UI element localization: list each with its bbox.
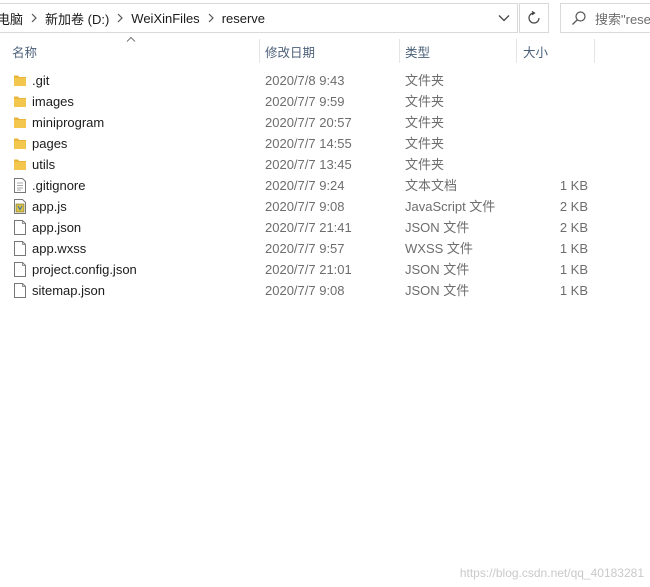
file-name: .git [32, 73, 50, 88]
file-name: app.js [32, 199, 67, 214]
file-type: 文件夹 [405, 94, 445, 109]
file-date: 2020/7/7 14:55 [265, 136, 352, 151]
search-placeholder: 搜索"rese [595, 11, 650, 27]
column-divider[interactable] [259, 39, 260, 63]
column-header-name[interactable]: 名称 [12, 37, 37, 65]
javascript-file-icon [13, 198, 27, 215]
file-date: 2020/7/7 9:57 [265, 241, 345, 256]
file-row[interactable]: app.wxss 2020/7/7 9:57 WXSS 文件 1 KB [0, 238, 650, 259]
file-name: app.wxss [32, 241, 87, 256]
file-date: 2020/7/8 9:43 [265, 73, 345, 88]
file-name: miniprogram [32, 115, 105, 130]
file-type: 文件夹 [405, 157, 445, 172]
file-type: JSON 文件 [405, 220, 470, 235]
file-row[interactable]: pages 2020/7/7 14:55 文件夹 [0, 133, 650, 154]
file-name: pages [32, 136, 68, 151]
text-file-icon [13, 177, 27, 194]
breadcrumb-weixinfiles[interactable]: WeiXinFiles [128, 11, 202, 26]
column-header-size[interactable]: 大小 [523, 37, 548, 65]
column-divider[interactable] [516, 39, 517, 63]
breadcrumb-drive[interactable]: 新加卷 (D:) [42, 9, 112, 28]
file-row[interactable]: images 2020/7/7 9:59 文件夹 [0, 91, 650, 112]
file-size: 1 KB [559, 262, 588, 277]
chevron-down-icon[interactable] [495, 9, 513, 27]
chevron-right-icon[interactable] [26, 10, 42, 26]
folder-icon [13, 72, 27, 89]
file-name: sitemap.json [32, 283, 105, 298]
file-name: .gitignore [32, 178, 86, 193]
file-row[interactable]: utils 2020/7/7 13:45 文件夹 [0, 154, 650, 175]
breadcrumb-this-pc[interactable]: 电脑 [0, 9, 26, 28]
file-size: 2 KB [559, 220, 588, 235]
file-type: 文件夹 [405, 73, 445, 88]
file-date: 2020/7/7 20:57 [265, 115, 352, 130]
watermark: https://blog.csdn.net/qq_40183281 [459, 566, 644, 580]
file-date: 2020/7/7 9:08 [265, 283, 345, 298]
file-type: JSON 文件 [405, 262, 470, 277]
folder-icon [13, 114, 27, 131]
file-size: 1 KB [559, 283, 588, 298]
file-row[interactable]: sitemap.json 2020/7/7 9:08 JSON 文件 1 KB [0, 280, 650, 301]
file-icon [13, 219, 27, 236]
chevron-right-icon[interactable] [203, 10, 219, 26]
file-date: 2020/7/7 9:08 [265, 199, 345, 214]
address-bar[interactable]: 电脑 新加卷 (D:) WeiXinFiles reserve [0, 3, 518, 33]
file-row[interactable]: app.json 2020/7/7 21:41 JSON 文件 2 KB [0, 217, 650, 238]
file-date: 2020/7/7 9:24 [265, 178, 345, 193]
file-size: 1 KB [559, 178, 588, 193]
file-row[interactable]: .git 2020/7/8 9:43 文件夹 [0, 70, 650, 91]
search-box[interactable]: 搜索"rese [560, 3, 650, 33]
file-name: project.config.json [32, 262, 137, 277]
file-type: 文件夹 [405, 136, 445, 151]
file-row[interactable]: miniprogram 2020/7/7 20:57 文件夹 [0, 112, 650, 133]
file-row[interactable]: .gitignore 2020/7/7 9:24 文本文档 1 KB [0, 175, 650, 196]
column-header-type[interactable]: 类型 [405, 37, 430, 65]
file-type: JavaScript 文件 [405, 199, 496, 214]
column-header-date[interactable]: 修改日期 [265, 37, 315, 65]
folder-icon [13, 93, 27, 110]
file-type: WXSS 文件 [405, 241, 473, 256]
breadcrumb-reserve[interactable]: reserve [219, 11, 268, 26]
file-date: 2020/7/7 13:45 [265, 157, 352, 172]
file-icon [13, 240, 27, 257]
refresh-button[interactable] [519, 3, 549, 33]
file-icon [13, 282, 27, 299]
file-name: utils [32, 157, 56, 172]
file-size: 2 KB [559, 199, 588, 214]
file-type: JSON 文件 [405, 283, 470, 298]
column-header-row: 名称 修改日期 类型 大小 [0, 36, 650, 65]
column-divider[interactable] [399, 39, 400, 63]
folder-icon [13, 156, 27, 173]
file-list: .git 2020/7/8 9:43 文件夹 images 2020/7/7 9:59 文… [0, 70, 650, 301]
file-type: 文件夹 [405, 115, 445, 130]
address-bar-area: 电脑 新加卷 (D:) WeiXinFiles reserve 搜索"rese [0, 0, 650, 37]
refresh-icon [528, 11, 540, 24]
chevron-right-icon[interactable] [112, 10, 128, 26]
folder-icon [13, 135, 27, 152]
column-divider[interactable] [594, 39, 595, 63]
file-name: app.json [32, 220, 82, 235]
sort-ascending-icon [126, 36, 136, 42]
file-date: 2020/7/7 21:01 [265, 262, 352, 277]
search-icon [572, 11, 586, 25]
file-row[interactable]: app.js 2020/7/7 9:08 JavaScript 文件 2 KB [0, 196, 650, 217]
file-type: 文本文档 [405, 178, 458, 193]
file-date: 2020/7/7 21:41 [265, 220, 352, 235]
file-date: 2020/7/7 9:59 [265, 94, 345, 109]
file-icon [13, 261, 27, 278]
file-row[interactable]: project.config.json 2020/7/7 21:01 JSON 文件… [0, 259, 650, 280]
file-size: 1 KB [559, 241, 588, 256]
file-name: images [32, 94, 74, 109]
